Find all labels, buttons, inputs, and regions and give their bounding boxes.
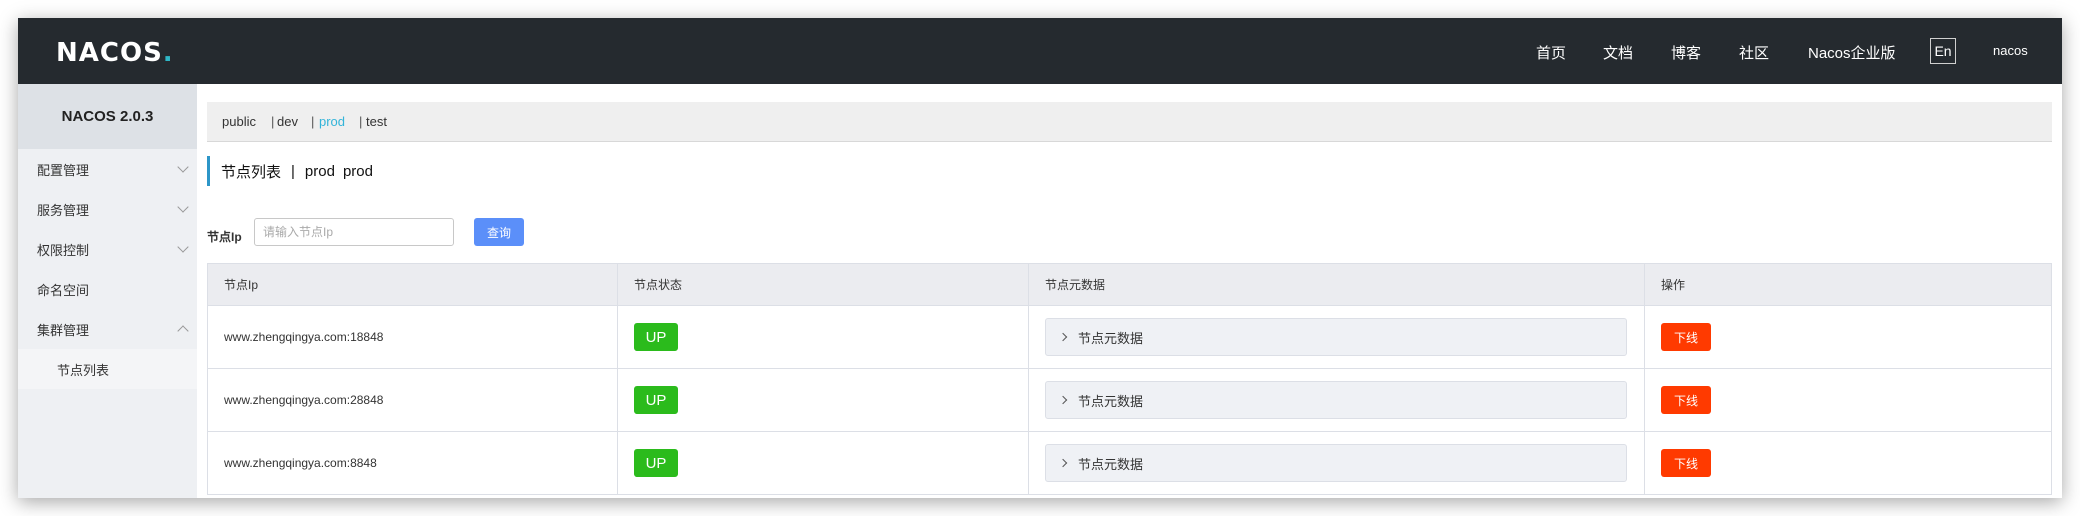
nav-docs[interactable]: 文档 bbox=[1603, 42, 1633, 63]
app-window: NACOS. 首页 文档 博客 社区 Nacos企业版 En nacos NAC… bbox=[18, 18, 2062, 498]
sidebar-title: NACOS 2.0.3 bbox=[18, 84, 197, 149]
namespace-prod[interactable]: prod bbox=[319, 114, 345, 129]
logo-dot: . bbox=[162, 38, 174, 68]
node-table: 节点Ip 节点状态 节点元数据 操作 www.zhengqingya.com:1… bbox=[207, 263, 2052, 495]
node-metadata-cell: 节点元数据 bbox=[1029, 369, 1645, 431]
node-status-cell: UP bbox=[618, 306, 1029, 368]
metadata-expander[interactable]: 节点元数据 bbox=[1045, 318, 1627, 356]
status-badge: UP bbox=[634, 449, 678, 477]
nav-home[interactable]: 首页 bbox=[1536, 42, 1566, 63]
chevron-down-icon bbox=[177, 201, 189, 213]
nav-enterprise[interactable]: Nacos企业版 bbox=[1808, 42, 1896, 63]
nav-blog[interactable]: 博客 bbox=[1671, 42, 1701, 63]
sidebar-subitem-node-list[interactable]: 节点列表 bbox=[18, 349, 197, 389]
sidebar-item-label: 命名空间 bbox=[37, 282, 90, 298]
top-header: NACOS. 首页 文档 博客 社区 Nacos企业版 En nacos bbox=[18, 18, 2062, 84]
metadata-label: 节点元数据 bbox=[1078, 330, 1144, 346]
table-header: 节点Ip 节点状态 节点元数据 操作 bbox=[208, 264, 2051, 306]
namespace-test[interactable]: test bbox=[366, 114, 387, 129]
page-title: 节点列表 | prod prod bbox=[207, 156, 373, 186]
chevron-right-icon bbox=[1058, 395, 1068, 405]
chevron-down-icon bbox=[177, 161, 189, 173]
chevron-right-icon bbox=[1058, 458, 1068, 468]
node-ip-cell: www.zhengqingya.com:28848 bbox=[208, 369, 618, 431]
nav-community[interactable]: 社区 bbox=[1739, 42, 1769, 63]
sidebar-item-label: 配置管理 bbox=[37, 162, 90, 178]
sidebar-subitem-label: 节点列表 bbox=[57, 362, 110, 378]
chevron-down-icon bbox=[177, 241, 189, 253]
sidebar-item-service[interactable]: 服务管理 bbox=[18, 189, 197, 229]
offline-button[interactable]: 下线 bbox=[1661, 386, 1711, 414]
chevron-right-icon bbox=[1058, 332, 1068, 342]
node-status-cell: UP bbox=[618, 432, 1029, 494]
node-ip-cell: www.zhengqingya.com:18848 bbox=[208, 306, 618, 368]
sidebar: NACOS 2.0.3 配置管理 服务管理 权限控制 命名空间 集群管理 节点列… bbox=[18, 84, 197, 498]
node-action-cell: 下线 bbox=[1645, 306, 2051, 368]
namespace-separator: | bbox=[271, 114, 275, 129]
node-metadata-cell: 节点元数据 bbox=[1029, 306, 1645, 368]
logo-text: NACOS bbox=[56, 38, 163, 68]
page-title-namespace-id: prod bbox=[342, 162, 373, 180]
sidebar-item-auth[interactable]: 权限控制 bbox=[18, 229, 197, 269]
node-action-cell: 下线 bbox=[1645, 432, 2051, 494]
namespace-separator: | bbox=[311, 114, 315, 129]
sidebar-item-cluster[interactable]: 集群管理 bbox=[18, 309, 197, 349]
nacos-logo[interactable]: NACOS. bbox=[56, 38, 174, 68]
table-row: www.zhengqingya.com:8848 UP 节点元数据 下线 bbox=[208, 432, 2051, 495]
node-status-cell: UP bbox=[618, 369, 1029, 431]
metadata-expander[interactable]: 节点元数据 bbox=[1045, 444, 1627, 482]
node-ip-cell: www.zhengqingya.com:8848 bbox=[208, 432, 618, 494]
sidebar-item-namespace[interactable]: 命名空间 bbox=[18, 269, 197, 309]
column-header-metadata: 节点元数据 bbox=[1029, 264, 1645, 305]
node-metadata-cell: 节点元数据 bbox=[1029, 432, 1645, 494]
metadata-label: 节点元数据 bbox=[1078, 456, 1144, 472]
filter-label: 节点Ip bbox=[207, 230, 242, 244]
chevron-up-icon bbox=[177, 325, 189, 337]
offline-button[interactable]: 下线 bbox=[1661, 449, 1711, 477]
table-row: www.zhengqingya.com:28848 UP 节点元数据 下线 bbox=[208, 369, 2051, 432]
namespace-public[interactable]: public bbox=[222, 114, 256, 129]
column-header-action: 操作 bbox=[1661, 278, 1686, 292]
user-name[interactable]: nacos bbox=[1993, 43, 2028, 58]
page-title-namespace: prod bbox=[304, 162, 335, 180]
sidebar-item-label: 集群管理 bbox=[37, 322, 90, 338]
column-header-status: 节点状态 bbox=[618, 264, 1029, 305]
sidebar-item-label: 权限控制 bbox=[37, 242, 90, 258]
offline-button[interactable]: 下线 bbox=[1661, 323, 1711, 351]
table-row: www.zhengqingya.com:18848 UP 节点元数据 下线 bbox=[208, 306, 2051, 369]
node-ip-search-input[interactable] bbox=[254, 218, 454, 246]
namespace-dev[interactable]: dev bbox=[277, 114, 298, 129]
sidebar-item-config[interactable]: 配置管理 bbox=[18, 149, 197, 189]
node-action-cell: 下线 bbox=[1645, 369, 2051, 431]
namespace-separator: | bbox=[359, 114, 363, 129]
language-toggle-button[interactable]: En bbox=[1930, 38, 1956, 64]
column-header-ip: 节点Ip bbox=[208, 264, 618, 305]
main-content: public | dev | prod | test 节点列表 | prod p… bbox=[197, 84, 2062, 498]
namespace-bar: public | dev | prod | test bbox=[207, 102, 2052, 142]
page-title-separator: | bbox=[291, 162, 295, 180]
metadata-label: 节点元数据 bbox=[1078, 393, 1144, 409]
page-title-text: 节点列表 bbox=[221, 163, 282, 181]
status-badge: UP bbox=[634, 323, 678, 351]
query-button[interactable]: 查询 bbox=[474, 218, 524, 246]
status-badge: UP bbox=[634, 386, 678, 414]
metadata-expander[interactable]: 节点元数据 bbox=[1045, 381, 1627, 419]
sidebar-item-label: 服务管理 bbox=[37, 202, 90, 218]
